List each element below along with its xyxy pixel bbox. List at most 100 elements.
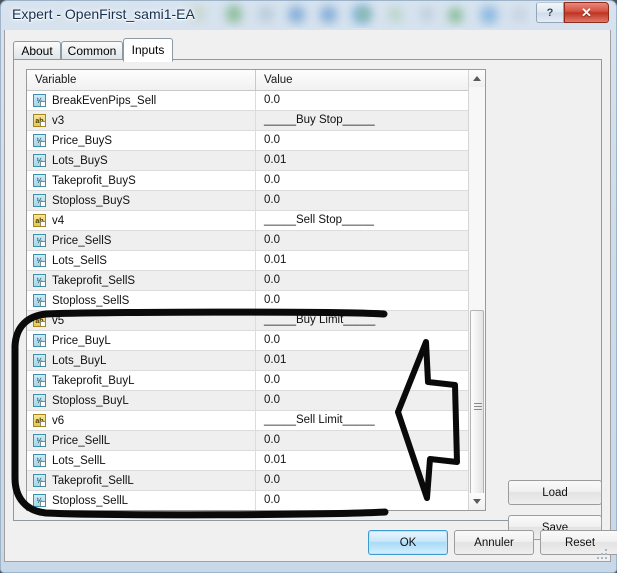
variable-cell[interactable]: ½ Price_SellS: [27, 231, 256, 250]
variable-cell[interactable]: ab v4: [27, 211, 256, 230]
number-variable-icon: ½: [33, 274, 46, 287]
table-row[interactable]: ½ Stoploss_SellS 0.0: [27, 291, 469, 311]
table-row[interactable]: ½ Stoploss_SellL 0.0: [27, 491, 469, 510]
number-variable-icon: ½: [33, 394, 46, 407]
close-button[interactable]: ✕: [564, 2, 609, 23]
variable-cell[interactable]: ½ Price_BuyS: [27, 131, 256, 150]
table-row[interactable]: ½ Lots_BuyL 0.01: [27, 351, 469, 371]
variable-cell[interactable]: ½ Lots_SellL: [27, 451, 256, 470]
number-variable-icon: ½: [33, 494, 46, 507]
tab-common[interactable]: Common: [61, 41, 123, 60]
load-button[interactable]: Load: [508, 480, 602, 505]
variable-cell[interactable]: ½ Stoploss_SellS: [27, 291, 256, 310]
variable-name: Takeprofit_BuyL: [52, 374, 135, 387]
variable-name: Takeprofit_SellL: [52, 474, 134, 487]
number-variable-icon: ½: [33, 154, 46, 167]
value-cell[interactable]: 0.0: [256, 231, 469, 250]
variable-name: Stoploss_BuyL: [52, 394, 129, 407]
scrollbar-thumb[interactable]: [470, 310, 484, 500]
value-cell[interactable]: 0.0: [256, 431, 469, 450]
value-cell[interactable]: 0.0: [256, 171, 469, 190]
table-row[interactable]: ½ Price_BuyL 0.0: [27, 331, 469, 351]
variable-name: v4: [52, 214, 65, 227]
variable-cell[interactable]: ½ Price_BuyL: [27, 331, 256, 350]
table-row[interactable]: ½ BreakEvenPips_Sell 0.0: [27, 91, 469, 111]
cancel-button[interactable]: Annuler: [454, 530, 534, 555]
value-cell[interactable]: 0.0: [256, 391, 469, 410]
variable-cell[interactable]: ½ Stoploss_SellL: [27, 491, 256, 510]
value-cell[interactable]: 0.0: [256, 331, 469, 350]
variable-name: Takeprofit_BuyS: [52, 174, 136, 187]
table-row[interactable]: ½ Takeprofit_SellS 0.0: [27, 271, 469, 291]
scroll-up-arrow-icon[interactable]: [469, 70, 485, 87]
variable-cell[interactable]: ab v6: [27, 411, 256, 430]
value-cell[interactable]: 0.01: [256, 351, 469, 370]
window-title: Expert - OpenFirst_sami1-EA: [12, 6, 195, 22]
value-cell[interactable]: 0.0: [256, 131, 469, 150]
table-row[interactable]: ab v5 _____Buy Limit_____: [27, 311, 469, 331]
table-row[interactable]: ½ Takeprofit_SellL 0.0: [27, 471, 469, 491]
table-row[interactable]: ab v4 _____Sell Stop_____: [27, 211, 469, 231]
variable-name: Lots_SellS: [52, 254, 107, 267]
column-header-variable[interactable]: Variable: [27, 70, 256, 90]
value-cell[interactable]: 0.0: [256, 291, 469, 310]
table-row[interactable]: ab v6 _____Sell Limit_____: [27, 411, 469, 431]
inputs-grid[interactable]: Variable Value ½ BreakEvenPips_Sell 0.0 ab v…: [26, 69, 486, 511]
variable-cell[interactable]: ½ Takeprofit_SellL: [27, 471, 256, 490]
grid-vertical-scrollbar[interactable]: [468, 70, 485, 510]
variable-cell[interactable]: ½ Lots_SellS: [27, 251, 256, 270]
value-cell[interactable]: 0.0: [256, 471, 469, 490]
value-cell[interactable]: 0.01: [256, 251, 469, 270]
table-row[interactable]: ½ Price_SellS 0.0: [27, 231, 469, 251]
value-cell[interactable]: 0.0: [256, 191, 469, 210]
variable-cell[interactable]: ½ Takeprofit_SellS: [27, 271, 256, 290]
ok-button[interactable]: OK: [368, 530, 448, 555]
variable-cell[interactable]: ½ Takeprofit_BuyL: [27, 371, 256, 390]
variable-name: Takeprofit_SellS: [52, 274, 136, 287]
string-variable-icon: ab: [33, 114, 46, 127]
table-row[interactable]: ½ Lots_SellS 0.01: [27, 251, 469, 271]
variable-cell[interactable]: ½ Price_SellL: [27, 431, 256, 450]
grid-rows: ½ BreakEvenPips_Sell 0.0 ab v3 _____Buy Stop_…: [27, 91, 469, 510]
variable-name: Stoploss_BuyS: [52, 194, 130, 207]
table-row[interactable]: ½ Lots_BuyS 0.01: [27, 151, 469, 171]
value-cell[interactable]: _____Sell Stop_____: [256, 211, 469, 230]
help-button[interactable]: ?: [536, 2, 564, 23]
number-variable-icon: ½: [33, 474, 46, 487]
value-cell[interactable]: 0.0: [256, 271, 469, 290]
tab-inputs[interactable]: Inputs: [123, 38, 173, 62]
tab-about[interactable]: About: [13, 41, 61, 60]
resize-gripper-icon[interactable]: [595, 547, 607, 559]
string-variable-icon: ab: [33, 314, 46, 327]
table-row[interactable]: ½ Price_SellL 0.0: [27, 431, 469, 451]
column-header-value[interactable]: Value: [256, 70, 469, 90]
table-row[interactable]: ½ Takeprofit_BuyL 0.0: [27, 371, 469, 391]
variable-cell[interactable]: ½ Stoploss_BuyL: [27, 391, 256, 410]
variable-name: Price_SellL: [52, 434, 111, 447]
title-bar[interactable]: Expert - OpenFirst_sami1-EA ? ✕: [0, 0, 617, 30]
table-row[interactable]: ab v3 _____Buy Stop_____: [27, 111, 469, 131]
variable-cell[interactable]: ½ Takeprofit_BuyS: [27, 171, 256, 190]
value-cell[interactable]: 0.0: [256, 371, 469, 390]
variable-cell[interactable]: ½ Stoploss_BuyS: [27, 191, 256, 210]
value-cell[interactable]: 0.01: [256, 151, 469, 170]
scroll-down-arrow-icon[interactable]: [469, 493, 485, 510]
value-cell[interactable]: _____Buy Stop_____: [256, 111, 469, 130]
value-cell[interactable]: 0.0: [256, 491, 469, 510]
number-variable-icon: ½: [33, 434, 46, 447]
value-cell[interactable]: _____Buy Limit_____: [256, 311, 469, 330]
table-row[interactable]: ½ Lots_SellL 0.01: [27, 451, 469, 471]
table-row[interactable]: ½ Takeprofit_BuyS 0.0: [27, 171, 469, 191]
table-row[interactable]: ½ Price_BuyS 0.0: [27, 131, 469, 151]
value-cell[interactable]: _____Sell Limit_____: [256, 411, 469, 430]
variable-cell[interactable]: ½ Lots_BuyL: [27, 351, 256, 370]
table-row[interactable]: ½ Stoploss_BuyS 0.0: [27, 191, 469, 211]
variable-cell[interactable]: ½ BreakEvenPips_Sell: [27, 91, 256, 110]
value-cell[interactable]: 0.01: [256, 451, 469, 470]
value-cell[interactable]: 0.0: [256, 91, 469, 110]
variable-cell[interactable]: ab v3: [27, 111, 256, 130]
variable-cell[interactable]: ½ Lots_BuyS: [27, 151, 256, 170]
number-variable-icon: ½: [33, 134, 46, 147]
table-row[interactable]: ½ Stoploss_BuyL 0.0: [27, 391, 469, 411]
variable-cell[interactable]: ab v5: [27, 311, 256, 330]
